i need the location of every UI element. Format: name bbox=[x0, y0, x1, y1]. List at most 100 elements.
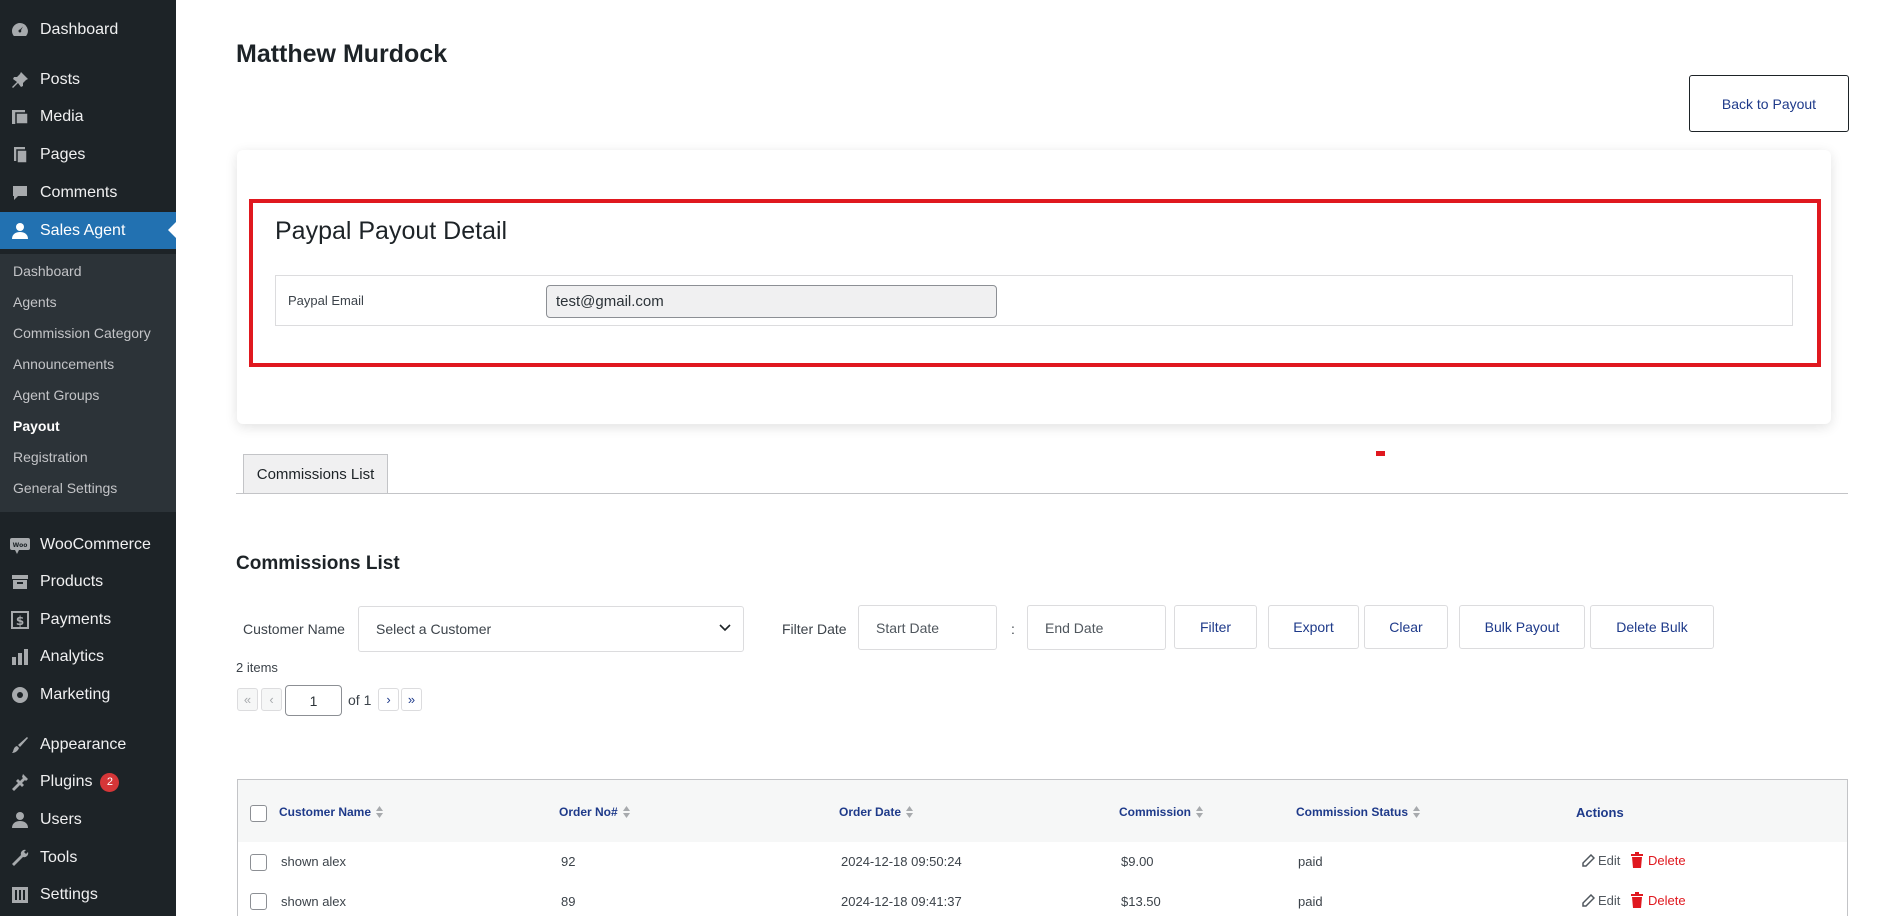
delete-bulk-button[interactable]: Delete Bulk bbox=[1590, 605, 1714, 649]
menu-label: Settings bbox=[40, 886, 98, 903]
sort-icon bbox=[1196, 806, 1204, 818]
column-order-date[interactable]: Order Date bbox=[839, 805, 914, 819]
media-icon bbox=[9, 106, 31, 128]
column-commission-status[interactable]: Commission Status bbox=[1296, 805, 1421, 819]
menu-label: Tools bbox=[40, 849, 78, 866]
start-date-input[interactable] bbox=[858, 605, 997, 650]
column-commission[interactable]: Commission bbox=[1119, 805, 1204, 819]
submenu-agents[interactable]: Agents bbox=[13, 294, 57, 310]
chevron-down-icon bbox=[719, 624, 731, 632]
menu-item-sales-agent[interactable]: Sales Agent bbox=[0, 212, 176, 249]
end-date-input[interactable] bbox=[1027, 605, 1166, 650]
submenu-general-settings[interactable]: General Settings bbox=[13, 480, 117, 496]
pencil-icon bbox=[1582, 893, 1595, 907]
trash-icon bbox=[1631, 892, 1643, 908]
pages-icon bbox=[9, 144, 31, 166]
paypal-section-title: Paypal Payout Detail bbox=[275, 217, 508, 245]
menu-item-comments[interactable]: Comments bbox=[0, 175, 176, 211]
plugins-update-badge: 2 bbox=[100, 772, 120, 792]
current-page-input[interactable] bbox=[285, 685, 342, 716]
cell-customer: shown alex bbox=[281, 894, 347, 909]
menu-item-appearance[interactable]: Appearance bbox=[0, 727, 176, 763]
menu-label: Appearance bbox=[40, 736, 127, 753]
export-button[interactable]: Export bbox=[1268, 605, 1359, 649]
submenu-announcements[interactable]: Announcements bbox=[13, 356, 114, 372]
total-pages-label: of 1 bbox=[348, 692, 372, 708]
filter-button[interactable]: Filter bbox=[1174, 605, 1257, 649]
menu-label: Sales Agent bbox=[40, 221, 126, 239]
edit-link[interactable]: Edit bbox=[1581, 853, 1620, 868]
menu-label: Media bbox=[40, 108, 84, 125]
cell-order-no: 92 bbox=[561, 854, 576, 869]
plugin-icon bbox=[9, 771, 31, 793]
submenu-dashboard[interactable]: Dashboard bbox=[13, 263, 82, 279]
pin-icon bbox=[9, 69, 31, 91]
annotation-marker bbox=[1376, 451, 1385, 456]
menu-label: Analytics bbox=[40, 648, 105, 665]
bar-chart-icon bbox=[9, 646, 31, 668]
menu-label: Users bbox=[40, 811, 82, 828]
menu-item-media[interactable]: Media bbox=[0, 99, 176, 135]
menu-label: Posts bbox=[40, 71, 81, 88]
sort-icon bbox=[1413, 806, 1421, 818]
customer-select-value: Select a Customer bbox=[376, 621, 492, 637]
delete-link[interactable]: Delete bbox=[1630, 892, 1686, 908]
back-to-payout-button[interactable]: Back to Payout bbox=[1689, 75, 1849, 132]
sales-agent-submenu: Dashboard Agents Commission Category Ann… bbox=[0, 254, 176, 512]
menu-label: Dashboard bbox=[40, 21, 119, 38]
commissions-list-title: Commissions List bbox=[236, 553, 400, 574]
row-checkbox[interactable] bbox=[250, 854, 267, 871]
cell-order-date: 2024-12-18 09:41:37 bbox=[841, 894, 962, 909]
cell-status: paid bbox=[1298, 854, 1323, 869]
tab-divider bbox=[236, 493, 1848, 494]
paypal-email-field[interactable] bbox=[546, 285, 997, 318]
menu-item-dashboard[interactable]: Dashboard bbox=[0, 12, 176, 48]
trash-icon bbox=[1631, 852, 1643, 868]
menu-item-analytics[interactable]: Analytics bbox=[0, 639, 176, 675]
menu-label: Comments bbox=[40, 184, 118, 201]
menu-item-tools[interactable]: Tools bbox=[0, 840, 176, 876]
sort-icon bbox=[376, 806, 384, 818]
column-customer-name[interactable]: Customer Name bbox=[279, 805, 384, 819]
svg-text:$: $ bbox=[16, 614, 24, 628]
filter-date-label: Filter Date bbox=[782, 621, 847, 637]
menu-item-users[interactable]: Users bbox=[0, 802, 176, 838]
tab-commissions-list[interactable]: Commissions List bbox=[243, 454, 388, 493]
submenu-registration[interactable]: Registration bbox=[13, 449, 88, 465]
menu-item-settings[interactable]: Settings bbox=[0, 877, 176, 913]
sort-icon bbox=[906, 806, 914, 818]
customer-select[interactable]: Select a Customer bbox=[358, 606, 744, 652]
submenu-commission-category[interactable]: Commission Category bbox=[13, 325, 151, 341]
next-page-button[interactable]: › bbox=[378, 688, 399, 711]
paypal-email-row: Paypal Email bbox=[275, 275, 1793, 326]
menu-item-payments[interactable]: $ Payments bbox=[0, 602, 176, 638]
admin-sidebar: Dashboard Posts Media Pages Comments Sal… bbox=[0, 0, 176, 916]
column-actions: Actions bbox=[1576, 805, 1624, 820]
menu-item-posts[interactable]: Posts bbox=[0, 62, 176, 98]
menu-item-pages[interactable]: Pages bbox=[0, 137, 176, 173]
first-page-button[interactable]: « bbox=[237, 688, 258, 711]
menu-item-plugins[interactable]: Plugins 2 bbox=[0, 764, 176, 800]
menu-item-marketing[interactable]: Marketing bbox=[0, 677, 176, 713]
column-order-no[interactable]: Order No# bbox=[559, 805, 631, 819]
date-separator: : bbox=[1011, 621, 1015, 637]
prev-page-button[interactable]: ‹ bbox=[261, 688, 282, 711]
dollar-icon: $ bbox=[9, 609, 31, 631]
delete-link[interactable]: Delete bbox=[1630, 852, 1686, 868]
menu-label: Payments bbox=[40, 611, 112, 628]
menu-item-woocommerce[interactable]: Woo WooCommerce bbox=[0, 527, 176, 563]
clear-button[interactable]: Clear bbox=[1364, 605, 1448, 649]
woo-icon: Woo bbox=[9, 534, 31, 556]
bulk-payout-button[interactable]: Bulk Payout bbox=[1459, 605, 1585, 649]
paypal-email-label: Paypal Email bbox=[288, 293, 364, 308]
last-page-button[interactable]: » bbox=[401, 688, 422, 711]
submenu-payout[interactable]: Payout bbox=[13, 418, 60, 434]
edit-link[interactable]: Edit bbox=[1581, 893, 1620, 908]
select-all-checkbox[interactable] bbox=[250, 805, 267, 822]
submenu-agent-groups[interactable]: Agent Groups bbox=[13, 387, 99, 403]
row-checkbox[interactable] bbox=[250, 893, 267, 910]
sort-icon bbox=[622, 806, 630, 818]
items-count: 2 items bbox=[236, 660, 278, 675]
cell-commission: $13.50 bbox=[1121, 894, 1161, 909]
menu-item-products[interactable]: Products bbox=[0, 564, 176, 600]
